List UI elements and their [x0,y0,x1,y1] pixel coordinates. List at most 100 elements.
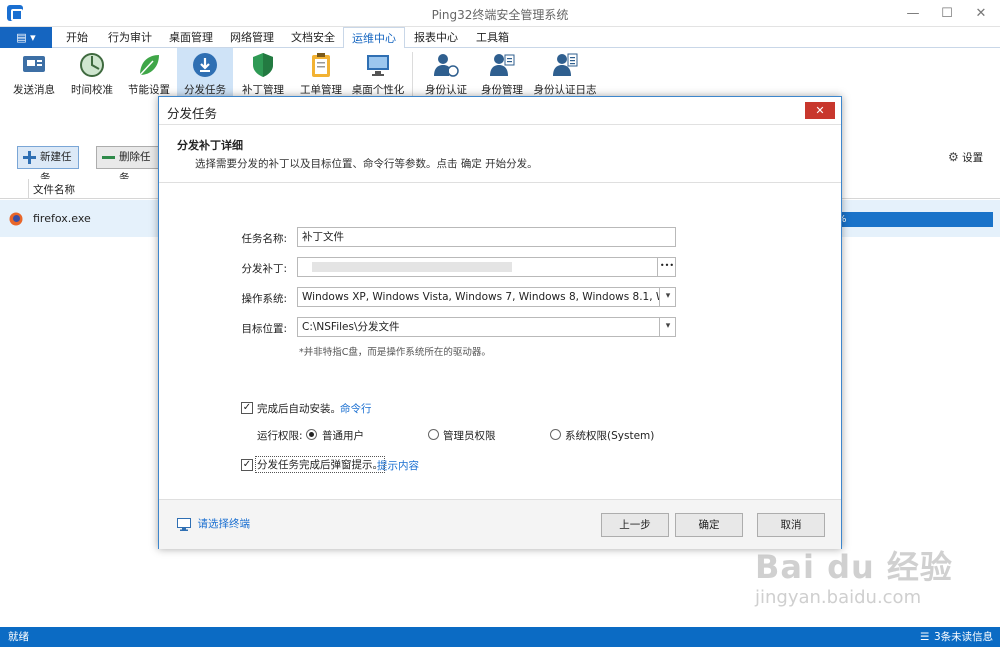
clipboard-icon [312,53,330,77]
gear-icon: ⚙ [948,150,959,164]
identity-auth-log-label: 身份认证日志 [533,84,597,96]
distribute-task-dialog: 分发任务 ✕ 分发补丁详细 选择需要分发的补丁以及目标位置、命令行等参数。点击 … [158,96,842,549]
send-message-button[interactable]: 发送消息 [6,48,62,100]
ribbon: 发送消息 时间校准 节能设置 分发任务 补丁管理 工单管理 桌面个性化 身份认证… [0,48,1000,100]
blurred-patch-path [312,262,512,272]
status-bar: 就绪 ☰ 3条未读信息 [0,627,1000,647]
chevron-down-icon: ▾ [659,288,675,306]
clock-icon [80,53,104,77]
radio-normal-user[interactable] [306,429,317,440]
select-terminal-label: 请选择终端 [197,518,251,530]
tab-network-management[interactable]: 网络管理 [222,27,282,48]
target-note: *并非特指C盘，而是操作系统所在的驱动器。 [299,347,491,358]
command-line-link[interactable]: 命令行 [340,401,372,416]
app-menu-button[interactable]: ▤ ▾ [0,27,52,48]
fingerprint-user-icon [434,54,459,77]
notify-content-link[interactable]: 提示内容 [377,458,419,473]
time-sync-label: 时间校准 [71,84,113,96]
dialog-header-desc: 选择需要分发的补丁以及目标位置、命令行等参数。点击 确定 开始分发。 [195,158,538,170]
patch-management-label: 补丁管理 [242,84,284,96]
tab-ops-center[interactable]: 运维中心 [343,27,405,49]
download-icon [193,53,217,77]
dialog-title-bar: 分发任务 ✕ [159,97,841,124]
os-select-value: Windows XP, Windows Vista, Windows 7, Wi… [302,291,676,303]
column-divider [28,179,29,199]
identity-manage-button[interactable]: 身份管理 [474,48,530,100]
radio-system[interactable] [550,429,561,440]
auto-install-checkbox[interactable]: ✓ [241,402,253,414]
target-label: 目标位置: [241,323,287,335]
terminal-monitor-icon [177,517,191,531]
tab-desktop-management[interactable]: 桌面管理 [161,27,221,48]
patch-management-button[interactable]: 补丁管理 [235,48,291,100]
unread-messages[interactable]: 3条未读信息 [934,627,993,647]
minimize-button[interactable]: — [896,0,930,27]
notification-icon[interactable]: ☰ [920,627,929,647]
time-sync-button[interactable]: 时间校准 [64,48,120,100]
chevron-down-icon: ▾ [659,318,675,336]
distribute-task-label: 分发任务 [184,84,226,96]
tab-start[interactable]: 开始 [58,27,96,48]
monitor-icon [367,55,389,76]
notify-checkbox[interactable]: ✓ [241,459,253,471]
send-message-label: 发送消息 [13,84,55,96]
radio-system-label: 系统权限(System) [565,430,655,442]
delete-task-button[interactable]: 删除任务 [96,146,160,184]
power-saving-label: 节能设置 [128,84,170,96]
row-progress-bar: % [835,212,993,227]
user-manage-icon [490,54,515,76]
column-filename[interactable]: 文件名称 [33,182,75,197]
dialog-body: 任务名称: 补丁文件 分发补丁: ••• 操作系统: Windows XP, W… [159,183,841,499]
task-name-input[interactable]: 补丁文件 [297,227,676,247]
leaf-icon [139,55,159,76]
close-window-button[interactable]: ✕ [964,0,998,27]
distribute-task-button[interactable]: 分发任务 [177,48,233,100]
new-task-button[interactable]: 新建任务 [17,146,79,184]
radio-normal-user-label: 普通用户 [322,430,364,442]
desktop-personalize-button[interactable]: 桌面个性化 [350,48,406,100]
patch-input[interactable]: ••• [297,257,676,277]
prev-step-button[interactable]: 上一步 [601,513,669,537]
shield-icon [253,53,273,77]
desktop-personalize-label: 桌面个性化 [351,84,405,96]
identity-manage-label: 身份管理 [481,84,523,96]
power-saving-button[interactable]: 节能设置 [121,48,177,100]
select-terminal-link[interactable]: 请选择终端 [177,516,250,532]
tab-behavior-audit[interactable]: 行为审计 [100,27,160,48]
minus-icon [102,156,115,159]
tab-report-center[interactable]: 报表中心 [406,27,466,48]
menu-icon: ▤ ▾ [16,31,36,44]
title-bar: Ping32终端安全管理系统 — ☐ ✕ [0,0,1000,27]
identity-auth-button[interactable]: 身份认证 [418,48,474,100]
maximize-button[interactable]: ☐ [930,0,964,27]
baidu-watermark-logo: Bai du 经验 jingyan.baidu.com [755,548,995,618]
message-icon [23,56,45,72]
ribbon-tab-bar: ▤ ▾ 开始 行为审计 桌面管理 网络管理 文档安全 运维中心 报表中心 工具箱 [0,27,1000,49]
identity-auth-label: 身份认证 [425,84,467,96]
browse-button[interactable]: ••• [657,258,675,276]
dialog-close-button[interactable]: ✕ [805,102,835,119]
radio-admin[interactable] [428,429,439,440]
work-order-button[interactable]: 工单管理 [293,48,349,100]
cancel-button[interactable]: 取消 [757,513,825,537]
patch-label: 分发补丁: [241,263,287,275]
tab-toolbox[interactable]: 工具箱 [468,27,517,48]
settings-label: 设置 [962,152,984,164]
dialog-title: 分发任务 [167,106,218,121]
watermark-url: jingyan.baidu.com [755,587,922,608]
identity-auth-log-button[interactable]: 身份认证日志 [532,48,598,100]
settings-button[interactable]: ⚙ 设置 [948,150,983,166]
ok-button[interactable]: 确定 [675,513,743,537]
radio-admin-label: 管理员权限 [443,430,496,442]
target-select[interactable]: C:\NSFiles\分发文件 ▾ [297,317,676,337]
plus-icon [23,151,36,164]
window-title: Ping32终端安全管理系统 [431,8,569,22]
dialog-header: 分发补丁详细 选择需要分发的补丁以及目标位置、命令行等参数。点击 确定 开始分发… [159,124,841,183]
firefox-icon [9,212,23,226]
target-select-value: C:\NSFiles\分发文件 [302,321,400,333]
dialog-header-title: 分发补丁详细 [177,139,243,152]
row-filename: firefox.exe [33,212,91,225]
os-select[interactable]: Windows XP, Windows Vista, Windows 7, Wi… [297,287,676,307]
watermark-brand: Bai du 经验 [755,548,953,586]
tab-document-security[interactable]: 文档安全 [283,27,343,48]
